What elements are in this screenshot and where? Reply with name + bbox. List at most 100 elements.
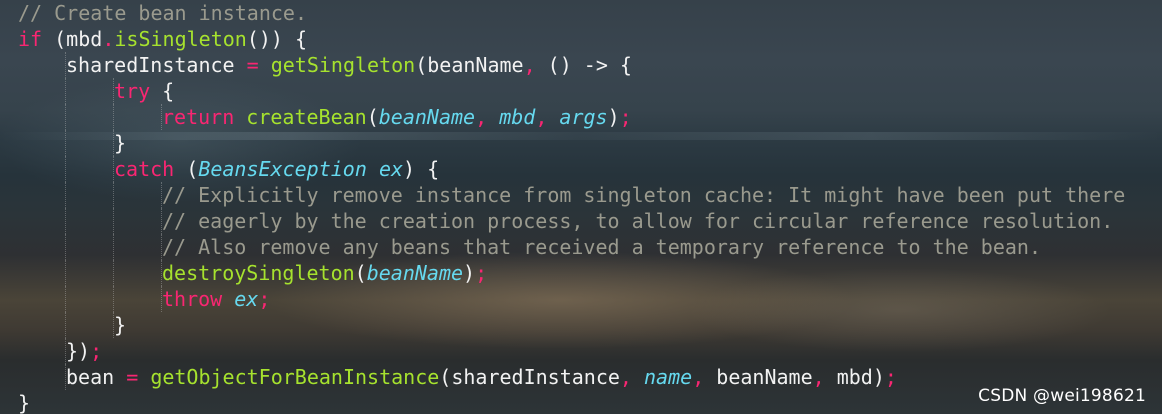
code-token: createBean [246,105,367,129]
code-token: ex [378,157,404,181]
code-line: catch (BeansException ex) { [0,156,1162,182]
code-line: // Create bean instance. [0,0,1162,26]
indent-guide [65,156,66,182]
code-token: bean [66,365,127,389]
indent-guide [161,208,162,234]
code-line: } [0,130,1162,156]
code-line: throw ex; [0,286,1162,312]
indent-guide [65,182,66,208]
indent-guide [113,312,114,338]
code-token: ; [258,287,271,311]
indent-guide [65,364,66,390]
code-token: ex [234,287,259,311]
code-token: // Explicitly remove instance from singl… [162,183,1126,207]
code-line: // eagerly by the creation process, to a… [0,208,1162,234]
indent-guide [113,286,114,312]
indent-guide [161,104,162,130]
code-token: } [18,391,31,414]
code-token: // eagerly by the creation process, to a… [162,209,1114,233]
code-line: sharedInstance = getSingleton(beanName, … [0,52,1162,78]
indent-guide [113,260,114,286]
code-token: mbd [499,105,536,129]
indent-guide [65,234,66,260]
indent-guide [65,104,66,130]
code-line: // Explicitly remove instance from singl… [0,182,1162,208]
indent-guide [65,286,66,312]
code-token: try [114,79,151,103]
code-token: BeansException [198,157,367,181]
code-token: , [812,365,825,389]
code-token: ; [475,261,488,285]
code-token: mbd) [824,365,885,389]
code-token: ; [619,105,632,129]
code-token: } [114,131,127,155]
code-token: , [692,365,705,389]
code-token: catch [114,157,175,181]
code-token: throw [162,287,223,311]
code-token: destroySingleton [162,261,355,285]
code-token: ; [884,365,897,389]
code-line: try { [0,78,1162,104]
indent-guide [113,182,114,208]
indent-guide [161,182,162,208]
indent-guide [65,130,66,156]
code-token: name [644,365,693,389]
code-token: ; [90,339,103,363]
code-token: , [619,365,632,389]
code-token: beanName [366,261,464,285]
code-line: // Also remove any beans that received a… [0,234,1162,260]
code-token: ) { [403,157,440,181]
code-token: (beanName [415,53,524,77]
indent-guide [161,260,162,286]
code-token: // Also remove any beans that received a… [162,235,1041,259]
code-token: ( [174,157,199,181]
indent-guide [65,260,66,286]
code-token: (mbd [42,27,103,51]
indent-guide [65,52,66,78]
indent-guide [113,208,114,234]
code-token: = [246,53,259,77]
code-token: ( [366,105,379,129]
code-token: } [114,313,127,337]
code-token: { [150,79,175,103]
watermark: CSDN @wei198621 [978,386,1146,406]
code-token: ) [607,105,620,129]
code-token: // Create bean instance. [18,1,307,25]
code-line: destroySingleton(beanName); [0,260,1162,286]
indent-guide [65,78,66,104]
indent-guide [113,104,114,130]
indent-guide [113,156,114,182]
code-token: , [523,53,536,77]
code-token: (sharedInstance [439,365,620,389]
code-token: beanName [704,365,813,389]
code-line: return createBean(beanName, mbd, args); [0,104,1162,130]
code-line: if (mbd.isSingleton()) { [0,26,1162,52]
code-token: getSingleton [270,53,416,77]
indent-guide [65,312,66,338]
code-token: beanName [378,105,476,129]
indent-guide [65,338,66,364]
code-line: } [0,312,1162,338]
code-token: args [559,105,608,129]
code-token: return [162,105,235,129]
indent-guide [65,208,66,234]
code-token: if [18,27,43,51]
code-token: getObjectForBeanInstance [150,365,440,389]
indent-guide [113,130,114,156]
indent-guide [161,286,162,312]
code-token: ()) { [246,27,308,51]
indent-guide [113,234,114,260]
code-line: }); [0,338,1162,364]
code-token: , [475,105,488,129]
code-token: . [102,27,115,51]
code-token: sharedInstance [66,53,247,77]
code-editor: // Create bean instance. if (mbd.isSingle… [0,0,1162,414]
